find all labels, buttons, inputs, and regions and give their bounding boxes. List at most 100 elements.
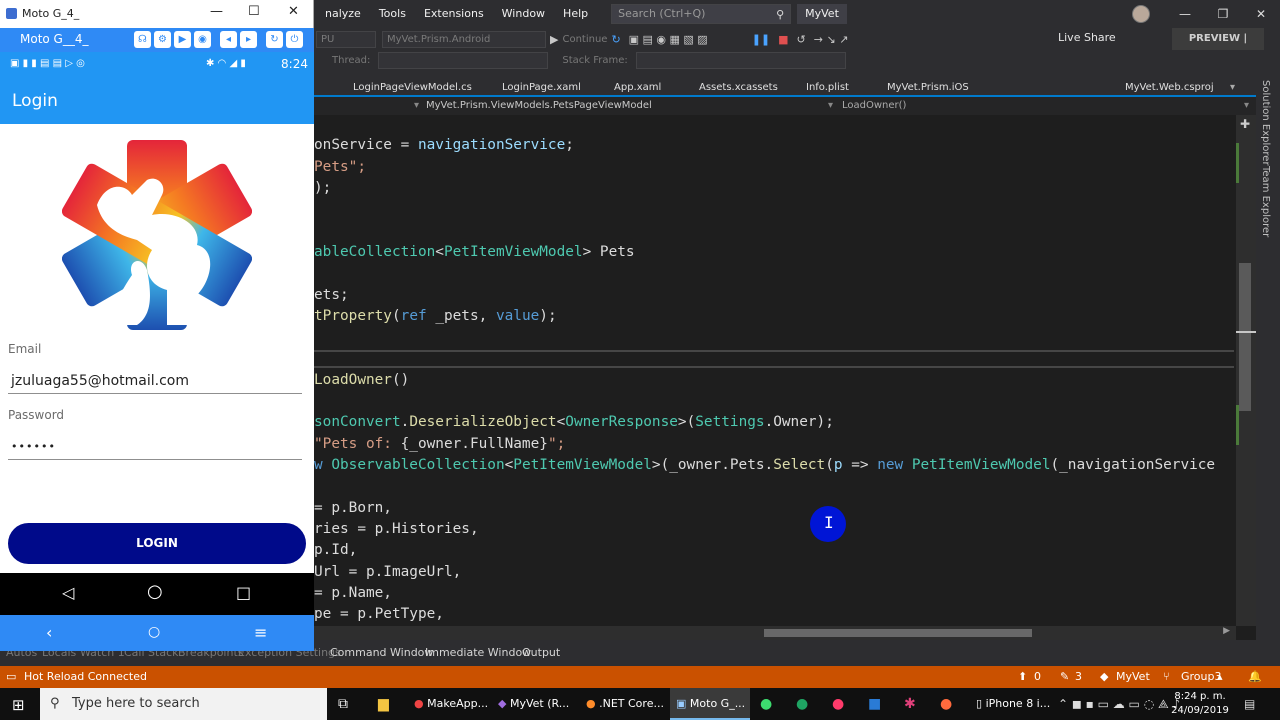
startup-project-combo[interactable]: MyVet.Prism.Android (382, 30, 546, 48)
menu-window[interactable]: Window (493, 0, 554, 28)
step-icons[interactable]: → ↘ ↗ (814, 33, 849, 46)
outlook-icon[interactable]: ■ (868, 688, 881, 720)
scroll-right-icon[interactable]: ▶ (1223, 626, 1230, 636)
login-button[interactable]: LOGIN (8, 523, 306, 564)
desktop: nalyze Tools Extensions Window Help Sear… (0, 0, 1280, 720)
maximize-icon[interactable]: ❐ (1204, 0, 1242, 28)
vs-search-box[interactable]: Search (Ctrl+Q) ⚲ (611, 4, 792, 24)
avatar[interactable] (1132, 5, 1150, 23)
file-explorer-icon[interactable]: ▆ (378, 688, 389, 720)
tab-output[interactable]: Output (522, 646, 560, 659)
split-icon[interactable]: ✚ (1240, 117, 1250, 131)
recents-icon[interactable]: □ (236, 583, 251, 602)
status-edit-count[interactable]: 3 (1075, 670, 1082, 683)
tab-overflow-icon[interactable]: ▾ (1230, 80, 1235, 96)
code-line: Url = p.ImageUrl, (314, 564, 462, 580)
maximize-icon[interactable]: ☐ (248, 4, 260, 19)
notification-icon[interactable]: 🔔 (1248, 670, 1262, 683)
menu-analyze[interactable]: nalyze (316, 0, 370, 28)
status-branch[interactable]: Group3 (1181, 670, 1222, 683)
minimize-icon[interactable]: — (210, 4, 223, 19)
solution-explorer-tab[interactable]: Solution Explorer (1260, 80, 1271, 166)
windows-start-icon[interactable]: ⊞ (12, 696, 25, 714)
camera-icon[interactable]: ◉ (194, 31, 211, 48)
tray-icons[interactable]: ⌃ ◼ ▪ ▭ ☁ ▭ ◌ ⟁ ♪ (1058, 697, 1180, 712)
stop-icon[interactable]: ■ (778, 33, 788, 46)
password-field[interactable]: •••••• (8, 436, 302, 460)
email-field[interactable]: jzuluaga55@hotmail.com (8, 370, 302, 394)
code-line: pe = p.PetType, (314, 606, 444, 622)
live-share-button[interactable]: Live Share (1058, 31, 1116, 44)
close-icon[interactable]: ✕ (1242, 0, 1280, 28)
team-explorer-tab[interactable]: Team Explorer (1260, 166, 1271, 237)
power-icon[interactable]: ⏻ (286, 31, 303, 48)
pause-icon[interactable]: ❚❚ (752, 33, 770, 46)
restart-icon[interactable]: ↺ (797, 33, 806, 46)
volume-up-icon[interactable]: ▸ (240, 31, 257, 48)
scrollbar-thumb[interactable] (764, 629, 1032, 637)
taskbar-app-iphone-simulator[interactable]: ▯ iPhone 8 i... (976, 688, 1054, 720)
taskbar-app-visualstudio[interactable]: ◆ MyVet (R... (498, 688, 576, 720)
chevron-down-icon[interactable]: ▾ (414, 100, 419, 111)
home-icon[interactable]: ○ (148, 624, 160, 640)
continue-button[interactable]: Continue (562, 34, 607, 45)
chevron-left-icon[interactable]: ‹ (46, 623, 52, 642)
menu-extensions[interactable]: Extensions (415, 0, 493, 28)
menu-icon[interactable]: ≡ (254, 623, 267, 642)
myvet-logo (62, 140, 252, 330)
close-icon[interactable]: ✕ (288, 4, 299, 19)
tab-loginpageviewmodel[interactable]: LoginPageViewModel.cs (353, 80, 472, 96)
status-up-count[interactable]: 0 (1034, 670, 1041, 683)
hangouts-icon[interactable]: ● (796, 688, 808, 720)
chevron-down-icon[interactable]: ▾ (1244, 100, 1249, 111)
vs-window-controls: — ❐ ✕ (1166, 0, 1280, 28)
code-editor[interactable]: onService = navigationService; Pets"; );… (314, 115, 1236, 626)
volume-down-icon[interactable]: ◂ (220, 31, 237, 48)
tab-app-xaml[interactable]: App.xaml (614, 80, 661, 96)
tab-loginpage-xaml[interactable]: LoginPage.xaml (502, 80, 581, 96)
editor-vertical-scrollbar[interactable]: ✚ (1236, 115, 1256, 626)
taskbar-app-emulator[interactable]: ▣ Moto G_... (670, 688, 750, 720)
minimize-icon[interactable]: — (1166, 0, 1204, 28)
menu-tools[interactable]: Tools (370, 0, 415, 28)
app-icon[interactable]: ● (832, 688, 844, 720)
current-line-highlight (314, 350, 1234, 368)
whatsapp-icon[interactable]: ● (760, 688, 772, 720)
taskbar-app-chrome[interactable]: ● MakeApp... (414, 688, 492, 720)
preview-admin-badge: PREVIEW | ADMIN (1172, 28, 1264, 66)
editor-horizontal-scrollbar[interactable]: ▶ (314, 626, 1236, 640)
gear-icon[interactable]: ⚙ (154, 31, 171, 48)
thread-combo[interactable] (378, 51, 549, 69)
play-icon[interactable]: ▶ (550, 33, 558, 46)
headset-icon[interactable]: ☊ (134, 31, 151, 48)
tab-command-window[interactable]: Command Window (330, 646, 433, 659)
tab-info-plist[interactable]: Info.plist (806, 80, 849, 96)
login-page: Email jzuluaga55@hotmail.com Password ••… (0, 124, 314, 573)
tab-myvet-prism-ios[interactable]: MyVet.Prism.iOS (887, 80, 969, 96)
rotate-icon[interactable]: ↻ (266, 31, 283, 48)
nav-member[interactable]: LoadOwner() (842, 100, 906, 111)
chevron-down-icon[interactable]: ▾ (828, 100, 833, 111)
video-icon[interactable]: ▶ (174, 31, 191, 48)
tab-immediate-window[interactable]: Immediate Window (425, 646, 531, 659)
toolbar-icons[interactable]: ▣ ▤ ◉ ▦ ▧ ▨ (629, 33, 708, 46)
scrollbar-thumb[interactable] (1239, 263, 1251, 411)
stack-frame-combo[interactable] (635, 51, 846, 69)
app-icon[interactable]: ● (940, 688, 952, 720)
slack-icon[interactable]: ✱ (904, 688, 916, 720)
task-view-icon[interactable]: ⧉ (338, 688, 348, 720)
tab-myvet-web-csproj[interactable]: MyVet.Web.csproj (1125, 80, 1214, 96)
platform-combo[interactable]: PU (316, 30, 376, 48)
menu-help[interactable]: Help (554, 0, 597, 28)
notification-center-icon[interactable]: ▤ (1244, 697, 1255, 711)
status-repo[interactable]: MyVet (1116, 670, 1150, 683)
tab-assets-xcassets[interactable]: Assets.xcassets (699, 80, 778, 96)
taskbar-search[interactable]: ⚲ Type here to search (40, 688, 327, 720)
nav-class-path[interactable]: MyVet.Prism.ViewModels.PetsPageViewModel (426, 100, 652, 111)
home-icon[interactable]: ○ (147, 581, 163, 602)
taskbar-clock[interactable]: 8:24 p. m. 24/09/2019 (1168, 690, 1232, 718)
refresh-icon[interactable]: ↻ (611, 33, 620, 46)
taskbar-app-firefox[interactable]: ● .NET Core... (586, 688, 664, 720)
code-line: "Pets of: {_owner.FullName}"; (314, 436, 566, 452)
back-icon[interactable]: ◁ (62, 583, 74, 602)
